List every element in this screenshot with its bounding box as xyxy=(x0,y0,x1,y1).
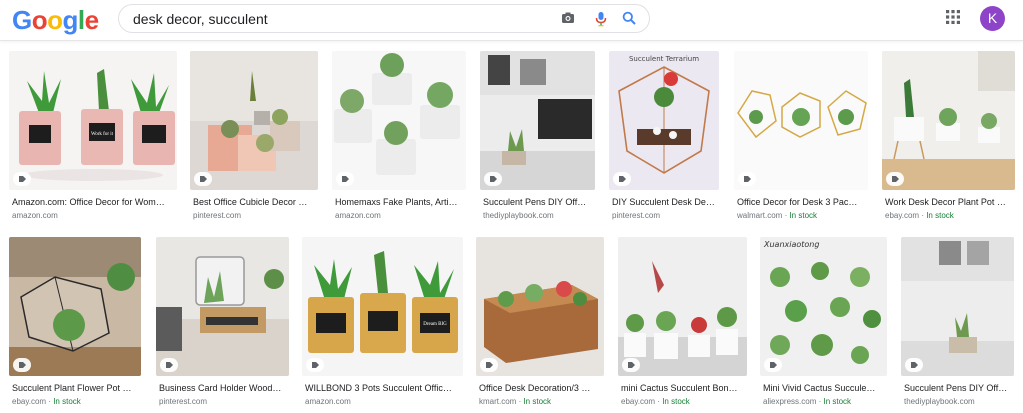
result-title[interactable]: WILLBOND 3 Pots Succulent Offic… xyxy=(305,383,463,394)
stock-status: In stock xyxy=(523,397,552,406)
result-source: ebay.com · In stock xyxy=(885,211,954,221)
result-title[interactable]: Best Office Cubicle Decor … xyxy=(193,197,317,208)
result-source: ebay.com · In stock xyxy=(621,397,690,407)
image-caption: Succulent Terrarium xyxy=(629,55,699,63)
result-source: thediyplaybook.com xyxy=(904,397,975,407)
price-tag-icon xyxy=(764,358,782,372)
result-source: thediyplaybook.com xyxy=(483,211,554,221)
result-title[interactable]: Homemaxs Fake Plants, Arti… xyxy=(335,197,465,208)
price-tag-icon xyxy=(336,172,354,186)
brand-watermark: Xuanxiaotong xyxy=(763,240,819,249)
stock-status: In stock xyxy=(53,397,81,406)
result-title[interactable]: Office Desk Decoration/3 … xyxy=(479,383,604,394)
result-title[interactable]: Succulent Pens DIY Off… xyxy=(483,197,595,208)
result-thumbnail[interactable]: Work for it xyxy=(9,51,177,190)
result-title[interactable]: Office Decor for Desk 3 Pac… xyxy=(737,197,867,208)
logo-letter: g xyxy=(62,5,79,35)
source-domain: pinterest.com xyxy=(159,397,208,406)
camera-icon[interactable] xyxy=(561,11,577,27)
source-domain: amazon.com xyxy=(305,397,351,406)
microphone-icon[interactable] xyxy=(595,11,611,27)
result-thumbnail[interactable] xyxy=(156,237,289,376)
price-tag-icon xyxy=(13,358,31,372)
source-domain: pinterest.com xyxy=(612,211,661,220)
result-thumbnail[interactable] xyxy=(9,237,141,376)
logo-letter: e xyxy=(84,5,99,35)
apps-grid-icon[interactable] xyxy=(946,10,964,28)
result-source: pinterest.com xyxy=(159,397,207,407)
source-domain: thediyplaybook.com xyxy=(904,397,975,406)
stock-status: In stock xyxy=(789,211,818,220)
result-source: kmart.com · In stock xyxy=(479,397,551,407)
result-thumbnail[interactable] xyxy=(480,51,595,190)
price-tag-icon xyxy=(13,172,31,186)
price-tag-icon xyxy=(886,172,904,186)
result-title[interactable]: Mini Vivid Cactus Succule… xyxy=(763,383,887,394)
result-source: walmart.com · In stock xyxy=(737,211,817,221)
price-tag-icon xyxy=(306,358,324,372)
search-box[interactable] xyxy=(118,4,650,33)
result-source: aliexpress.com · In stock xyxy=(763,397,851,407)
logo-letter: l xyxy=(77,5,85,35)
price-tag-icon xyxy=(905,358,923,372)
avatar[interactable]: K xyxy=(980,6,1005,31)
result-source: amazon.com xyxy=(335,211,381,221)
result-thumbnail[interactable] xyxy=(476,237,604,376)
price-tag-icon xyxy=(484,172,502,186)
stock-status: In stock xyxy=(926,211,954,220)
result-source: pinterest.com xyxy=(612,211,660,221)
logo-letter: G xyxy=(12,5,32,35)
price-tag-icon xyxy=(480,358,498,372)
logo-letter: o xyxy=(31,5,48,35)
result-thumbnail[interactable] xyxy=(618,237,747,376)
source-domain: ebay.com xyxy=(885,211,920,220)
source-domain: walmart.com xyxy=(737,211,783,220)
result-title[interactable]: Succulent Pens DIY Off… xyxy=(904,383,1016,394)
result-title[interactable]: DIY Succulent Desk De… xyxy=(612,197,718,208)
search-header: Google K xyxy=(0,0,1023,41)
pot-label-text: Dream BIG xyxy=(423,322,447,327)
price-tag-icon xyxy=(613,172,631,186)
result-title[interactable]: Work Desk Decor Plant Pot … xyxy=(885,197,1015,208)
result-title[interactable]: mini Cactus Succulent Bon… xyxy=(621,383,747,394)
price-tag-icon xyxy=(160,358,178,372)
source-domain: aliexpress.com xyxy=(763,397,817,406)
stock-status: In stock xyxy=(823,397,852,406)
result-source: pinterest.com xyxy=(193,211,241,221)
source-domain: amazon.com xyxy=(335,211,381,220)
logo-letter: o xyxy=(47,5,63,35)
source-domain: ebay.com xyxy=(12,397,47,406)
price-tag-icon xyxy=(194,172,212,186)
search-icon[interactable] xyxy=(622,11,638,27)
price-tag-icon xyxy=(622,358,640,372)
result-source: amazon.com xyxy=(305,397,351,407)
result-thumbnail[interactable]: Succulent Terrarium xyxy=(609,51,719,190)
result-title[interactable]: Business Card Holder Wood… xyxy=(159,383,289,394)
stock-status: In stock xyxy=(662,397,690,406)
source-domain: amazon.com xyxy=(12,211,58,220)
source-domain: ebay.com xyxy=(621,397,656,406)
source-domain: thediyplaybook.com xyxy=(483,211,554,220)
result-thumbnail[interactable]: Dream BIG xyxy=(302,237,463,376)
pot-label-text: Work for it xyxy=(91,132,114,137)
result-thumbnail[interactable] xyxy=(332,51,466,190)
result-source: ebay.com · In stock xyxy=(12,397,81,407)
result-source: amazon.com xyxy=(12,211,58,221)
source-domain: kmart.com xyxy=(479,397,517,406)
result-thumbnail[interactable] xyxy=(882,51,1015,190)
result-thumbnail[interactable]: Xuanxiaotong xyxy=(760,237,887,376)
source-domain: pinterest.com xyxy=(193,211,242,220)
price-tag-icon xyxy=(738,172,756,186)
result-thumbnail[interactable] xyxy=(190,51,318,190)
result-thumbnail[interactable] xyxy=(901,237,1014,376)
result-title[interactable]: Amazon.com: Office Decor for Wom… xyxy=(12,197,172,208)
result-title[interactable]: Succulent Plant Flower Pot … xyxy=(12,383,140,394)
result-thumbnail[interactable] xyxy=(734,51,868,190)
search-input[interactable] xyxy=(133,9,553,29)
google-logo[interactable]: Google xyxy=(12,5,99,36)
